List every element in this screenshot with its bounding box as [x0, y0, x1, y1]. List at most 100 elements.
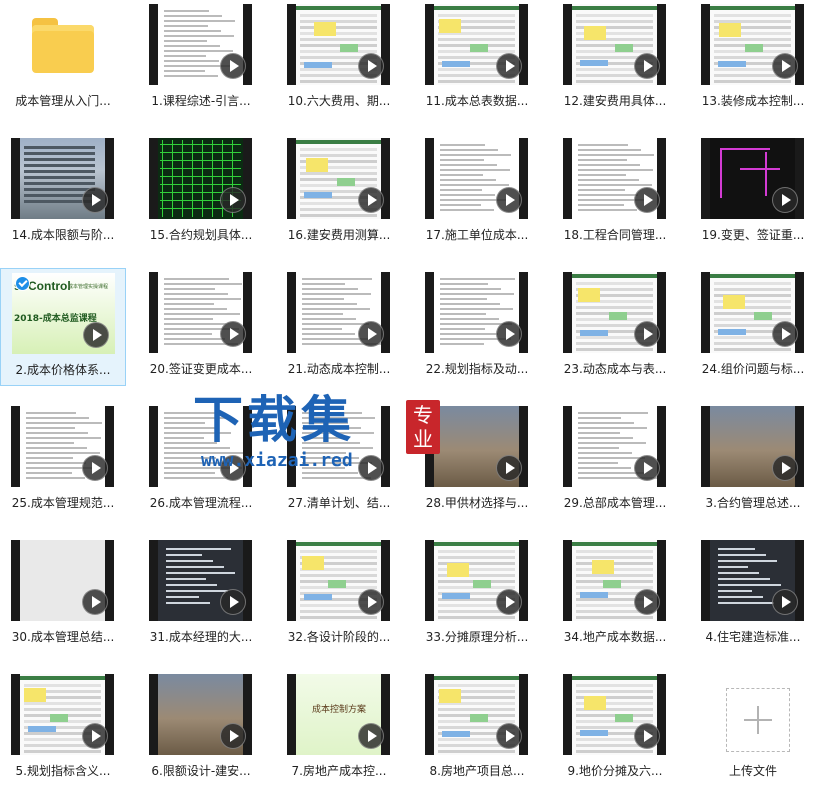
- play-icon[interactable]: [358, 455, 384, 481]
- play-icon[interactable]: [220, 589, 246, 615]
- play-icon[interactable]: [634, 455, 660, 481]
- video-file-item[interactable]: 24.组价问题与标...: [690, 268, 816, 386]
- video-thumbnail: [11, 138, 114, 219]
- play-icon[interactable]: [496, 53, 522, 79]
- video-file-item[interactable]: 34.地产成本数据...: [552, 536, 678, 654]
- file-name-label: 29.总部成本管理...: [563, 496, 667, 510]
- file-name-label: 27.清单计划、结...: [287, 496, 391, 510]
- video-thumbnail: [701, 272, 804, 353]
- file-name-label: 32.各设计阶段的...: [287, 630, 391, 644]
- file-name-label: 22.规划指标及动...: [425, 362, 529, 376]
- file-name-label: 成本管理从入门...: [15, 94, 111, 108]
- video-thumbnail: st Control 2018-成本总监课程 成本管理实操课程: [12, 273, 115, 354]
- cover-subtitle: 2018-成本总监课程: [14, 314, 97, 324]
- video-file-item[interactable]: 4.住宅建造标准...: [690, 536, 816, 654]
- play-icon[interactable]: [772, 53, 798, 79]
- video-file-item[interactable]: 27.清单计划、结...: [276, 402, 402, 520]
- play-icon[interactable]: [358, 53, 384, 79]
- file-name-label: 18.工程合同管理...: [563, 228, 667, 242]
- video-thumbnail: [563, 406, 666, 487]
- video-file-item[interactable]: 9.地价分摊及六...: [552, 670, 678, 788]
- video-file-item[interactable]: 6.限额设计-建安...: [138, 670, 264, 788]
- file-name-label: 20.签证变更成本...: [149, 362, 253, 376]
- video-file-item[interactable]: 20.签证变更成本...: [138, 268, 264, 386]
- play-icon[interactable]: [496, 723, 522, 749]
- file-name-label: 15.合约规划具体...: [149, 228, 253, 242]
- play-icon[interactable]: [83, 322, 109, 348]
- cover-note: 成本管理实操课程: [68, 284, 109, 290]
- video-thumbnail: [11, 674, 114, 755]
- play-icon[interactable]: [496, 455, 522, 481]
- file-name-label: 4.住宅建造标准...: [705, 630, 801, 644]
- video-file-item[interactable]: 13.装修成本控制...: [690, 0, 816, 118]
- play-icon[interactable]: [220, 187, 246, 213]
- video-file-item[interactable]: 29.总部成本管理...: [552, 402, 678, 520]
- file-name-label: 11.成本总表数据...: [425, 94, 529, 108]
- file-name-label: 14.成本限额与阶...: [11, 228, 115, 242]
- video-file-item[interactable]: 11.成本总表数据...: [414, 0, 540, 118]
- plus-icon[interactable]: [726, 688, 790, 752]
- folder-item[interactable]: 成本管理从入门...: [0, 0, 126, 118]
- play-icon[interactable]: [220, 321, 246, 347]
- play-icon[interactable]: [358, 589, 384, 615]
- play-icon[interactable]: [82, 589, 108, 615]
- play-icon[interactable]: [82, 455, 108, 481]
- file-name-label: 34.地产成本数据...: [563, 630, 667, 644]
- play-icon[interactable]: [772, 187, 798, 213]
- video-file-item[interactable]: 32.各设计阶段的...: [276, 536, 402, 654]
- video-file-item[interactable]: 12.建安费用具体...: [552, 0, 678, 118]
- video-file-item[interactable]: 8.房地产项目总...: [414, 670, 540, 788]
- play-icon[interactable]: [220, 723, 246, 749]
- video-file-item[interactable]: 1.课程综述-引言...: [138, 0, 264, 118]
- video-thumbnail: [149, 540, 252, 621]
- play-icon[interactable]: [772, 321, 798, 347]
- play-icon[interactable]: [82, 187, 108, 213]
- play-icon[interactable]: [496, 589, 522, 615]
- play-icon[interactable]: [634, 187, 660, 213]
- video-thumbnail: [701, 138, 804, 219]
- video-file-item[interactable]: 21.动态成本控制...: [276, 268, 402, 386]
- video-file-item[interactable]: 16.建安费用测算...: [276, 134, 402, 252]
- video-thumbnail: [149, 138, 252, 219]
- file-name-label: 8.房地产项目总...: [429, 764, 525, 778]
- play-icon[interactable]: [772, 589, 798, 615]
- play-icon[interactable]: [358, 321, 384, 347]
- video-file-item[interactable]: 17.施工单位成本...: [414, 134, 540, 252]
- play-icon[interactable]: [634, 321, 660, 347]
- video-file-item[interactable]: 14.成本限额与阶...: [0, 134, 126, 252]
- video-file-item[interactable]: 10.六大费用、期...: [276, 0, 402, 118]
- play-icon[interactable]: [496, 321, 522, 347]
- video-file-item[interactable]: 30.成本管理总结...: [0, 536, 126, 654]
- file-name-label: 30.成本管理总结...: [11, 630, 115, 644]
- video-file-item[interactable]: 18.工程合同管理...: [552, 134, 678, 252]
- play-icon[interactable]: [496, 187, 522, 213]
- play-icon[interactable]: [358, 723, 384, 749]
- video-file-item[interactable]: 5.规划指标含义...: [0, 670, 126, 788]
- video-file-item[interactable]: st Control 2018-成本总监课程 成本管理实操课程 2.成本价格体系...: [0, 268, 126, 386]
- video-file-item[interactable]: 15.合约规划具体...: [138, 134, 264, 252]
- play-icon[interactable]: [634, 53, 660, 79]
- play-icon[interactable]: [82, 723, 108, 749]
- play-icon[interactable]: [220, 53, 246, 79]
- play-icon[interactable]: [220, 455, 246, 481]
- video-file-item[interactable]: 33.分摊原理分析...: [414, 536, 540, 654]
- video-file-item[interactable]: 25.成本管理规范...: [0, 402, 126, 520]
- selected-check-icon[interactable]: [15, 276, 30, 291]
- file-name-label: 2.成本价格体系...: [15, 363, 111, 377]
- folder-icon: [32, 18, 94, 74]
- play-icon[interactable]: [772, 455, 798, 481]
- video-file-item[interactable]: 26.成本管理流程...: [138, 402, 264, 520]
- video-file-item[interactable]: 19.变更、签证重...: [690, 134, 816, 252]
- file-name-label: 上传文件: [728, 764, 777, 778]
- play-icon[interactable]: [634, 589, 660, 615]
- video-file-item[interactable]: 3.合约管理总述...: [690, 402, 816, 520]
- upload-tile[interactable]: 上传文件: [690, 670, 816, 788]
- play-icon[interactable]: [634, 723, 660, 749]
- play-icon[interactable]: [358, 187, 384, 213]
- video-file-item[interactable]: 成本控制方案 7.房地产成本控...: [276, 670, 402, 788]
- video-file-item[interactable]: 28.甲供材选择与...: [414, 402, 540, 520]
- video-file-item[interactable]: 31.成本经理的大...: [138, 536, 264, 654]
- video-file-item[interactable]: 23.动态成本与表...: [552, 268, 678, 386]
- video-file-item[interactable]: 22.规划指标及动...: [414, 268, 540, 386]
- file-name-label: 6.限额设计-建安...: [151, 764, 251, 778]
